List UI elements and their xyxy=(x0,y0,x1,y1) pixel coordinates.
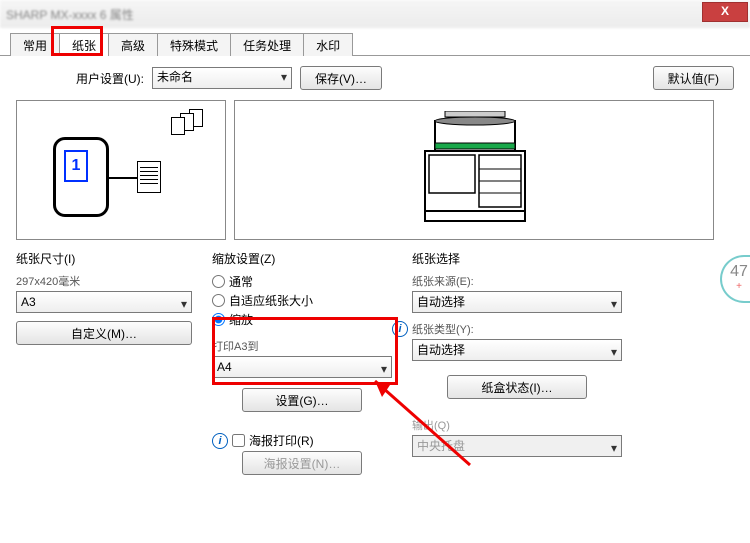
tab-paper[interactable]: 纸张 xyxy=(59,33,109,56)
window-title: SHARP MX-xxxx 6 属性 xyxy=(6,6,134,23)
paper-size-group: 纸张尺寸(I) 297x420毫米 A3 自定义(M)… xyxy=(16,250,192,475)
content-area: 用户设置(U): 未命名 保存(V)… 默认值(F) 1 xyxy=(0,56,750,485)
paper-size-title: 纸张尺寸(I) xyxy=(16,250,192,267)
save-user-settings-button[interactable]: 保存(V)… xyxy=(300,66,382,90)
custom-size-button[interactable]: 自定义(M)… xyxy=(16,321,192,345)
printer-icon xyxy=(395,111,555,231)
info-icon: i xyxy=(392,321,408,337)
tray-status-button[interactable]: 纸盒状态(I)… xyxy=(447,375,587,399)
user-settings-row: 用户设置(U): 未命名 保存(V)… 默认值(F) xyxy=(16,66,734,90)
tab-advanced[interactable]: 高级 xyxy=(108,33,158,56)
tab-special[interactable]: 特殊模式 xyxy=(157,33,231,56)
page-preview-panel: 1 xyxy=(16,100,226,240)
tab-strip: 常用 纸张 高级 特殊模式 任务处理 水印 xyxy=(0,32,750,56)
side-badge-plus: + xyxy=(722,281,750,292)
defaults-button[interactable]: 默认值(F) xyxy=(653,66,734,90)
user-settings-label: 用户设置(U): xyxy=(76,70,144,87)
print-to-combo[interactable]: A4 xyxy=(212,356,392,378)
output-combo: 中央托盘 xyxy=(412,435,622,457)
zoom-fit-radio[interactable]: 自适应纸张大小 xyxy=(212,292,392,309)
zoom-settings-button[interactable]: 设置(G)… xyxy=(242,388,362,412)
zoom-title: 缩放设置(Z) xyxy=(212,250,392,267)
zoom-zoom-radio[interactable]: 缩放 xyxy=(212,311,392,328)
close-button[interactable]: X xyxy=(702,2,748,22)
paper-select-title: 纸张选择 xyxy=(412,250,622,267)
paper-size-dims: 297x420毫米 xyxy=(16,273,192,289)
info-icon: i xyxy=(212,433,228,449)
poster-print-row: i 海报打印(R) xyxy=(212,432,392,449)
printer-preview-panel xyxy=(234,100,714,240)
page-outline-icon: 1 xyxy=(53,137,109,217)
tab-jobs[interactable]: 任务处理 xyxy=(230,33,304,56)
arrow-icon xyxy=(109,177,137,179)
side-badge-number: 47 xyxy=(730,263,748,280)
output-label: 输出(Q) xyxy=(412,417,622,433)
document-icon xyxy=(137,161,161,193)
zoom-normal-radio[interactable]: 通常 xyxy=(212,273,392,290)
user-settings-combo[interactable]: 未命名 xyxy=(152,67,292,89)
paper-source-label: 纸张来源(E): xyxy=(412,273,622,289)
settings-grid: 纸张尺寸(I) 297x420毫米 A3 自定义(M)… 缩放设置(Z) 通常 … xyxy=(16,250,734,475)
zoom-group: 缩放设置(Z) 通常 自适应纸张大小 缩放 打印A3到 A4 设置(G)… i … xyxy=(212,250,392,475)
paper-type-label: 纸张类型(Y): xyxy=(412,321,622,337)
paper-source-combo[interactable]: 自动选择 xyxy=(412,291,622,313)
print-to-label: 打印A3到 xyxy=(212,338,392,354)
paper-size-combo[interactable]: A3 xyxy=(16,291,192,313)
page-number-box: 1 xyxy=(64,150,88,182)
paper-select-group: 纸张选择 纸张来源(E): 自动选择 i 纸张类型(Y): 自动选择 纸盒状态(… xyxy=(412,250,622,475)
poster-print-label: 海报打印(R) xyxy=(249,432,314,449)
poster-print-checkbox[interactable] xyxy=(232,434,245,447)
poster-settings-button: 海报设置(N)… xyxy=(242,451,362,475)
tab-watermark[interactable]: 水印 xyxy=(303,33,353,56)
paper-type-combo[interactable]: 自动选择 xyxy=(412,339,622,361)
page-stack-icon xyxy=(171,109,211,139)
preview-row: 1 xyxy=(16,100,734,240)
title-bar: SHARP MX-xxxx 6 属性 xyxy=(0,0,750,28)
tab-common[interactable]: 常用 xyxy=(10,33,60,56)
